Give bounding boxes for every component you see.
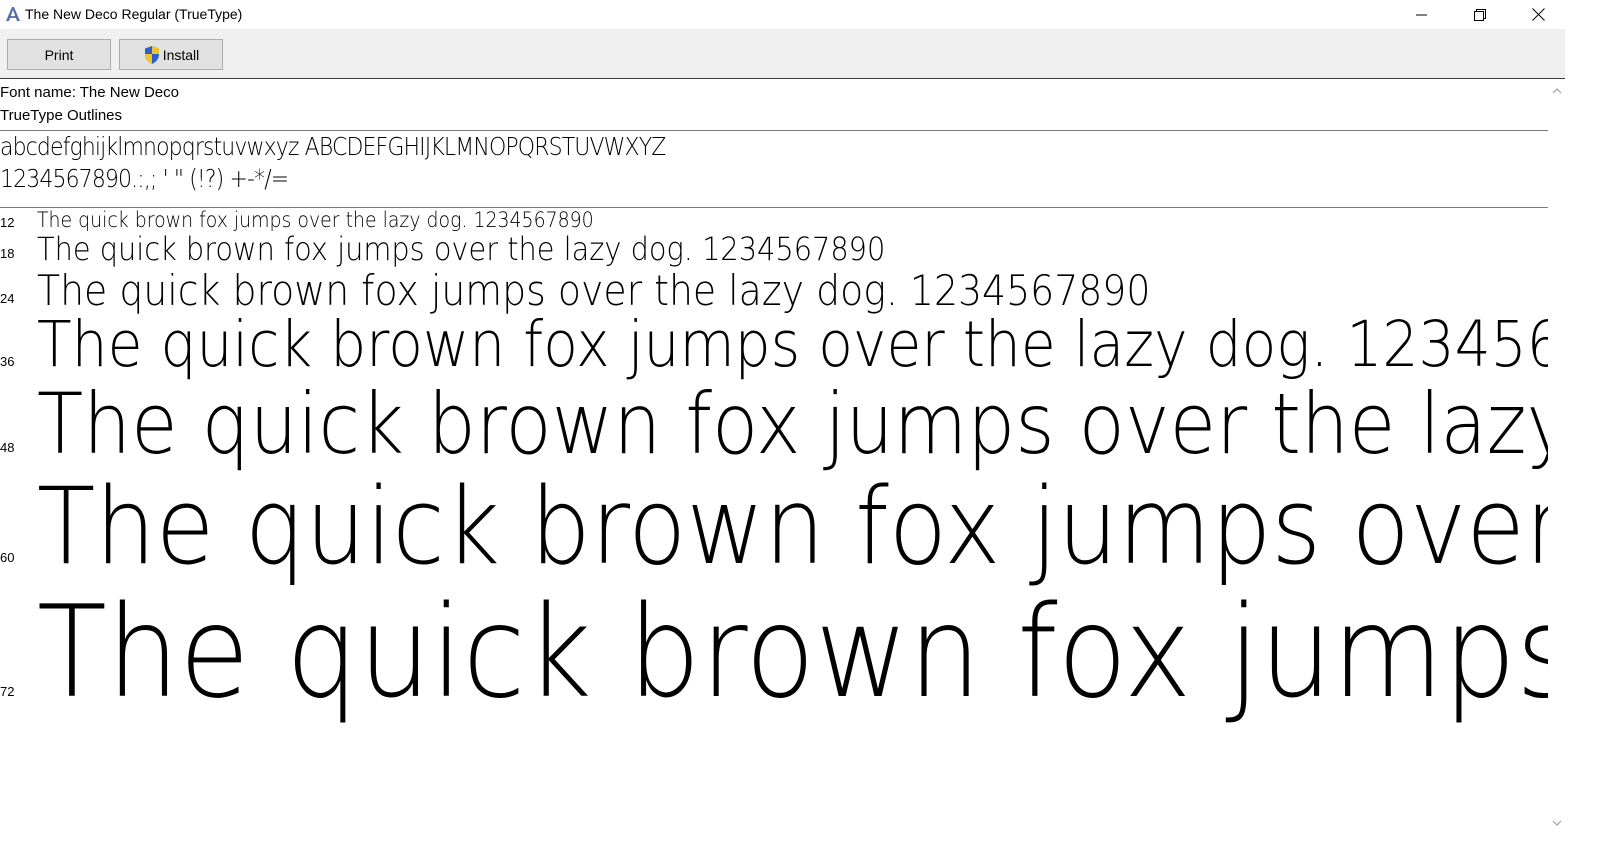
size-label: 36 xyxy=(0,354,15,369)
toolbar: Print Install xyxy=(0,29,1600,79)
minimize-icon xyxy=(1416,14,1427,15)
restore-icon xyxy=(1474,8,1486,21)
sample-row-60: 60 The quick brown fox jumps over the la… xyxy=(0,465,1548,590)
size-label: 72 xyxy=(0,684,15,699)
charset-digits-symbols: 1234567890.:,; ' " (!?) +-*/= xyxy=(0,164,289,193)
chevron-down-icon xyxy=(1552,820,1561,826)
chevron-up-icon xyxy=(1552,87,1561,93)
sample-row-18: 18 The quick brown fox jumps over the la… xyxy=(0,230,1548,270)
scroll-up-button[interactable] xyxy=(1548,82,1565,99)
vertical-scrollbar[interactable] xyxy=(1548,80,1565,846)
size-label: 18 xyxy=(0,246,15,261)
size-label: 48 xyxy=(0,440,15,455)
scroll-down-button[interactable] xyxy=(1548,814,1565,831)
sample-row-48: 48 The quick brown fox jumps over the la… xyxy=(0,375,1548,475)
font-preview-pane: Font name: The New Deco TrueType Outline… xyxy=(0,80,1548,846)
sample-text: The quick brown fox jumps over the lazy … xyxy=(37,230,886,268)
window-title: The New Deco Regular (TrueType) xyxy=(25,6,243,22)
install-label: Install xyxy=(162,46,200,63)
sample-row-72: 72 The quick brown fox jumps over the la… xyxy=(0,578,1548,728)
restore-button[interactable] xyxy=(1451,0,1509,29)
install-button[interactable]: Install xyxy=(119,39,223,70)
print-button[interactable]: Print xyxy=(7,39,111,70)
font-type-label: TrueType Outlines xyxy=(0,107,122,124)
close-icon xyxy=(1531,8,1545,21)
sample-text: The quick brown fox jumps over the lazy … xyxy=(37,578,1548,726)
sample-text: The quick brown fox jumps over the lazy … xyxy=(37,308,1548,381)
charset-letters: abcdefghijklmnopqrstuvwxyz ABCDEFGHIJKLM… xyxy=(0,132,666,161)
size-label: 60 xyxy=(0,550,15,565)
font-file-icon xyxy=(6,7,20,21)
font-name-label: Font name: The New Deco xyxy=(0,84,179,101)
sample-text: The quick brown fox jumps over the lazy … xyxy=(37,375,1548,473)
minimize-button[interactable] xyxy=(1393,0,1451,29)
size-label: 12 xyxy=(0,215,15,230)
sample-row-36: 36 The quick brown fox jumps over the la… xyxy=(0,308,1548,381)
divider xyxy=(0,130,1548,131)
sample-text: The quick brown fox jumps over the lazy … xyxy=(37,208,594,232)
title-bar[interactable]: The New Deco Regular (TrueType) xyxy=(0,0,1600,29)
close-button[interactable] xyxy=(1509,0,1567,29)
window-edge xyxy=(1565,29,1600,846)
sample-text: The quick brown fox jumps over the lazy … xyxy=(37,465,1548,588)
uac-shield-icon xyxy=(144,45,159,64)
size-label: 24 xyxy=(0,291,15,306)
